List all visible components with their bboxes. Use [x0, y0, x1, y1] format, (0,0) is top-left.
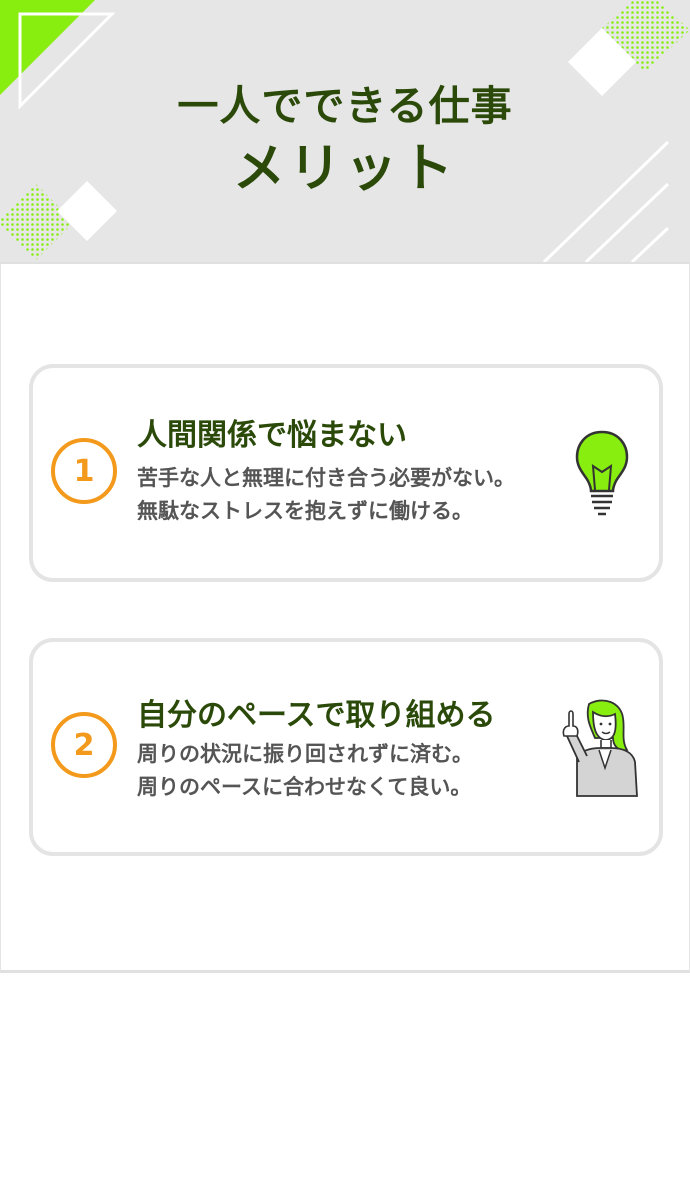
header-banner: 一人でできる仕事 メリット — [0, 0, 690, 262]
merit-desc-line2: 無駄なストレスを抱えずに働ける。 — [137, 499, 473, 523]
lightbulb-icon — [575, 430, 629, 516]
merit-title: 人間関係で悩まない — [137, 418, 407, 453]
pointing-woman-illustration — [562, 699, 638, 797]
page-title-line2: メリット — [232, 139, 457, 199]
merit-number-badge: 1 — [51, 438, 117, 504]
merit-title: 自分のペースで取り組める — [137, 698, 496, 733]
merit-number-badge: 2 — [51, 712, 117, 778]
merit-desc-line1: 苦手な人と無理に付き合う必要がない。 — [137, 466, 515, 490]
merit-desc-line1: 周りの状況に振り回されずに済む。 — [137, 742, 473, 766]
merit-card-1: 1 人間関係で悩まない 苦手な人と無理に付き合う必要がない。 無駄なストレスを抱… — [29, 364, 663, 582]
page-title-line1: 一人でできる仕事 — [177, 82, 513, 130]
merit-card-2: 2 自分のペースで取り組める 周りの状況に振り回されずに済む。 周りのペースに合… — [29, 638, 663, 856]
merit-desc-line2: 周りのペースに合わせなくて良い。 — [137, 775, 472, 799]
